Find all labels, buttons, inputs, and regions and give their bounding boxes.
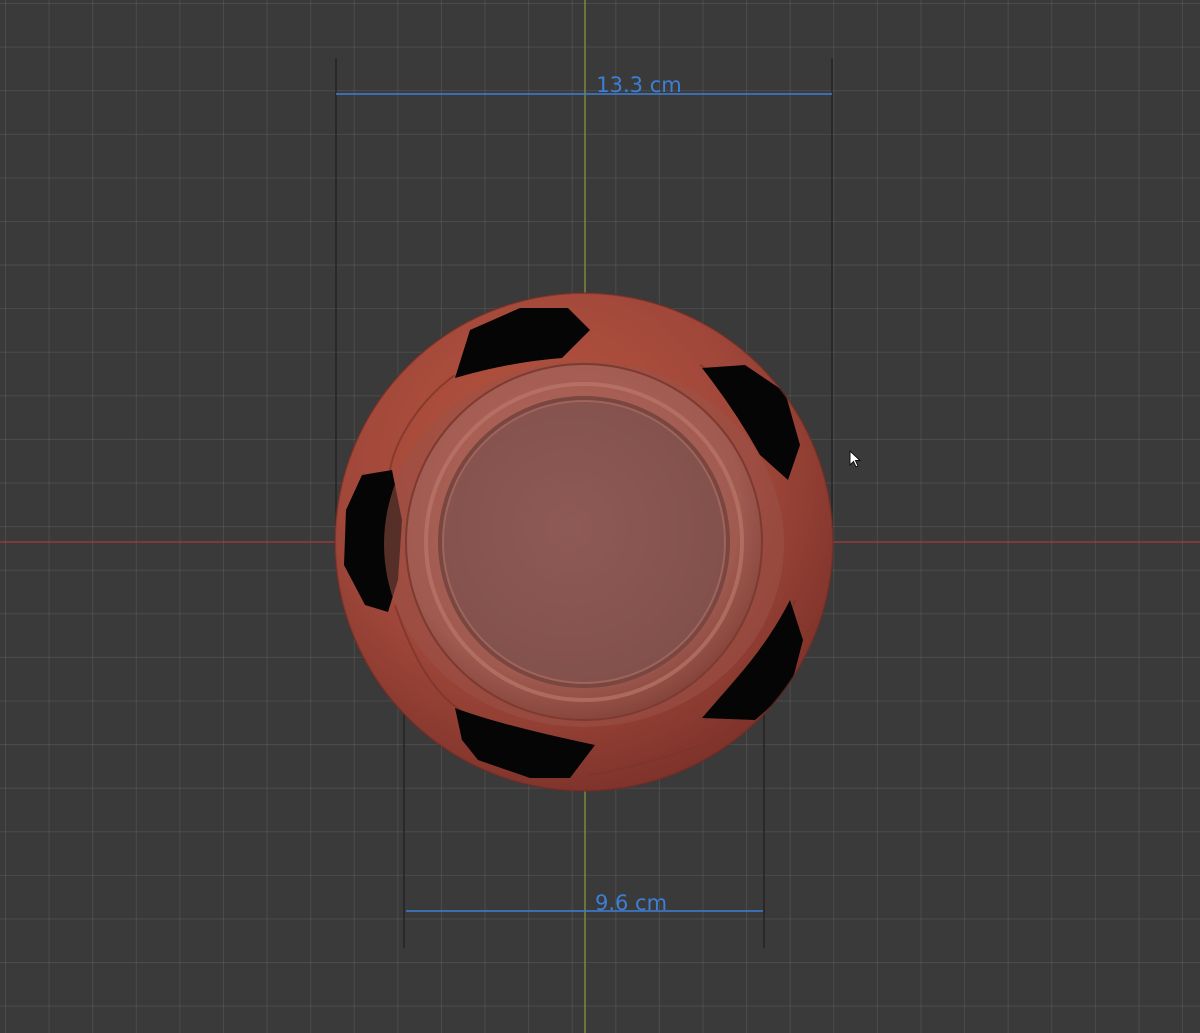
3d-viewport[interactable]: 13.3 cm 9.6 cm — [0, 0, 1200, 1033]
cap-model[interactable] — [384, 361, 784, 727]
arrow-cursor-icon — [849, 450, 862, 468]
top-dimension-label: 13.3 cm — [596, 73, 682, 97]
viewport-scene — [0, 0, 1200, 1033]
bottom-dimension-label: 9.6 cm — [594, 891, 668, 915]
